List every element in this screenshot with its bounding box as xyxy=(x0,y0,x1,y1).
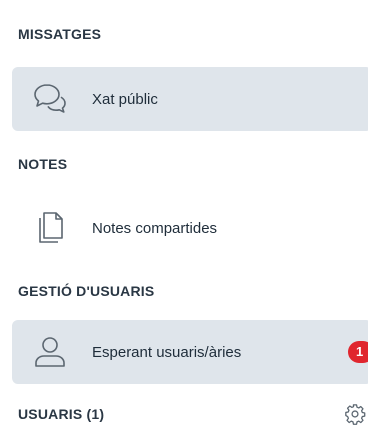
public-chat-item[interactable]: Xat públic xyxy=(12,67,368,131)
messages-section-title: MISSATGES xyxy=(18,26,102,42)
user-icon xyxy=(32,334,68,370)
chat-bubbles-icon xyxy=(32,81,68,117)
user-management-section-title: GESTIÓ D'USUARIS xyxy=(18,283,155,299)
gear-icon[interactable] xyxy=(344,403,366,425)
waiting-users-item[interactable]: Esperant usuaris/àries 1 xyxy=(12,320,368,384)
user-list-panel: MISSATGES Xat públic NOTES Notes compart… xyxy=(0,0,368,428)
users-section-title: USUARIS (1) xyxy=(18,406,105,422)
shared-notes-label: Notes compartides xyxy=(92,219,218,237)
shared-notes-item[interactable]: Notes compartides xyxy=(12,196,368,260)
notes-section-title: NOTES xyxy=(18,156,68,172)
waiting-users-badge: 1 xyxy=(348,341,368,363)
documents-icon xyxy=(32,210,68,246)
waiting-users-label: Esperant usuaris/àries xyxy=(92,343,242,361)
public-chat-label: Xat públic xyxy=(92,90,158,108)
